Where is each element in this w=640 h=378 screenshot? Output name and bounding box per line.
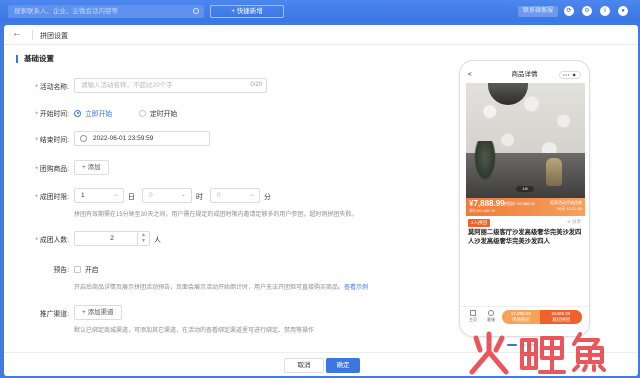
preview-label: 预告: [53,267,69,274]
header-divider [32,30,33,40]
radio-start-scheduled[interactable]: 定时开始 [139,108,177,118]
mobile-preview: < 商品详情 ••• ◉ 1/6 ¥7,888.99 拼团价 ¥8,888.00… [459,60,590,337]
search-placeholder: 搜索联系人、企业、企微会话内容等 [14,8,118,15]
product-label: * 团购商品: [35,166,69,173]
image-vase [546,158,562,186]
group-size-label: * 成团人数: [35,237,69,244]
chevron-down-icon: ⌄ [112,192,118,198]
hours-select[interactable]: 0 ⌄ [142,188,192,203]
footer-home: 主页 [466,310,480,323]
phone-footer: 主页 客服 ¥7,888.99 单独购买 ¥6488.00 发起拼团 [460,306,589,326]
page-header: ← 拼团设置 [4,25,638,45]
group-price: ¥7,888.99 [469,199,505,208]
char-counter: 0/20 [250,82,262,88]
minutes-unit: 分 [264,194,271,201]
time-limit-label: * 成团时限: [35,194,69,201]
quick-new-button[interactable]: + 快捷新增 [210,5,284,18]
image-indicator: 1/6 [516,186,534,192]
image-plant [474,141,496,181]
top-bar: 搜索联系人、企业、企微会话内容等 + 快捷新增 联系微客服 ⟳ ⚙ i ● [0,0,640,22]
channel-hint: 默认已绑定商城渠道，可添加其它渠道，在活动的查看绑定渠道里可进行绑定、禁用等操作 [74,328,315,334]
phone-nav-title: 商品详情 [511,71,538,78]
channel-label: 推广渠道: [39,311,69,318]
home-icon [470,310,476,316]
confirm-button[interactable]: 确定 [326,358,360,373]
hours-unit: 时 [196,194,203,201]
clock-icon [80,135,87,142]
settings-icon[interactable]: ⚙ [582,6,592,16]
chat-icon [488,310,494,316]
preview-checkbox[interactable] [74,265,81,273]
activity-name-input[interactable]: 请输入活动名称，不超过20个字 0/20 [74,78,267,93]
user-icon[interactable]: ● [618,6,628,16]
countdown: 距离活动开始还剩 00天 12:31:30 [550,200,582,211]
row-activity-name: * 活动名称: 请输入活动名称，不超过20个字 0/20 [4,78,444,93]
preview-hint: 开启后商品详情页展示拼团活动预告，页面会展示活动开始倒计时，用户无法开团但可直接… [74,285,369,291]
share-button: ⋖ 分享 [566,219,581,224]
phone-nav-bar: < 商品详情 ••• ◉ [460,69,589,81]
price-extra: 拼团价 ¥8,888.00 [504,201,535,206]
footer-service: 客服 [484,310,498,323]
start-time-label: * 开始时间: [35,111,69,118]
chevron-down-icon: ⌄ [248,192,254,198]
global-search-input[interactable]: 搜索联系人、企业、企微会话内容等 [8,5,204,18]
price-bar: ¥7,888.99 拼团价 ¥8,888.00 原价¥6,888.00 距离活动… [466,198,585,216]
row-end-time: * 结束时间: 2022-06-01 23:59:59 [4,131,444,146]
add-channel-button[interactable]: + 添加渠道 [74,305,122,320]
search-icon [193,8,199,14]
product-name: 莫阿丽二级客厅沙发高级奢华完美沙发四人沙发高级奢华完美沙发四人 [468,229,582,245]
days-unit: 日 [128,194,135,201]
original-price: 原价¥6,888.00 [469,208,495,213]
info-icon[interactable]: i [600,6,610,16]
end-time-label: * 结束时间: [35,137,69,144]
phone-back-icon: < [468,71,472,78]
start-group-button: ¥6488.00 发起拼团 [540,310,582,324]
view-example-link[interactable]: 查看示例 [344,285,368,291]
section-title: 基础设置 [16,55,54,63]
back-arrow-icon[interactable]: ← [12,28,22,39]
end-time-picker[interactable]: 2022-06-01 23:59:59 [74,131,210,146]
radio-start-now-dot[interactable] [74,109,81,117]
mini-program-capsule: ••• ◉ [559,71,581,79]
product-image: 1/6 ¥7,888.99 拼团价 ¥8,888.00 原价¥6,888.00 … [466,83,585,216]
cancel-button[interactable]: 取消 [284,358,324,373]
main-window: ← 拼团设置 基础设置 * 活动名称: 请输入活动名称，不超过20个字 0/20 … [4,25,638,376]
group-tag: 2人拼团 [468,219,491,227]
radio-start-scheduled-dot[interactable] [139,109,146,117]
group-size-unit: 人 [154,237,161,244]
activity-name-label: * 活动名称: [35,84,69,91]
buy-alone-button: ¥7,888.99 单独购买 [502,310,540,324]
minutes-select[interactable]: 0 ⌄ [210,188,260,203]
time-limit-hint: 拼团有效期需在15分钟至30天之间，用户需在规定的成团时限内邀请足够多的用户参团… [74,212,358,218]
preview-toggle[interactable]: 开启 [74,264,99,274]
customer-service-button[interactable]: 联系微客服 [518,6,558,17]
page-title: 拼团设置 [40,33,68,40]
chevron-down-icon: ⌄ [180,192,186,198]
days-select[interactable]: 1 ⌄ [74,188,124,203]
stepper-arrows[interactable]: ▲ ▼ [137,232,149,245]
add-product-button[interactable]: + 添加 [74,160,109,175]
group-size-stepper[interactable]: 2 ▲ ▼ [74,231,150,246]
brand-watermark-logo [469,331,606,375]
refresh-icon[interactable]: ⟳ [564,6,574,16]
radio-start-now[interactable]: 立即开始 [74,108,112,118]
